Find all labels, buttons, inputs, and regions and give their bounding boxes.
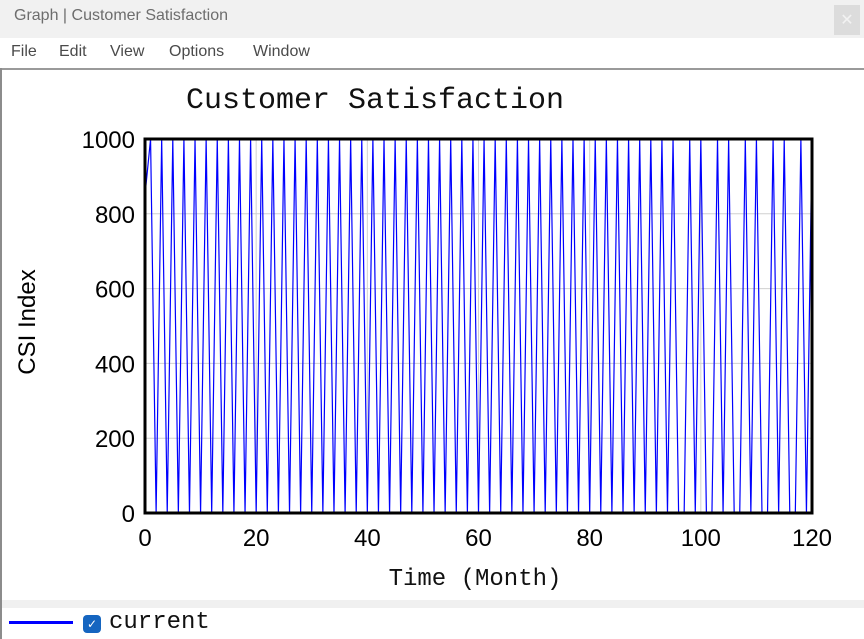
- checkmark-icon: ✓: [86, 617, 98, 631]
- legend-label: current: [109, 609, 210, 636]
- x-tick-label: 60: [465, 525, 492, 552]
- grid-lines: [144, 138, 813, 514]
- x-tick-label: 120: [792, 525, 832, 552]
- menu-options[interactable]: Options: [169, 43, 224, 61]
- title-bar: Graph | Customer Satisfaction ✕: [0, 0, 864, 38]
- y-tick-label: 1000: [82, 127, 135, 154]
- menu-window[interactable]: Window: [253, 43, 310, 61]
- separator: [2, 600, 864, 608]
- x-tick-label: 100: [681, 525, 721, 552]
- y-tick-label: 0: [122, 501, 135, 528]
- y-axis-ticks: 0 200 400 600 800 1000: [82, 127, 135, 528]
- menu-edit[interactable]: Edit: [59, 43, 87, 61]
- y-axis-label: CSI Index: [14, 269, 41, 374]
- chart-area: 0 200 400 600 800 1000 0 20 40 60 80 100 120 Custom…: [2, 70, 864, 600]
- y-tick-label: 200: [95, 426, 135, 453]
- legend: ✓ current: [2, 608, 864, 639]
- x-tick-label: 0: [138, 525, 151, 552]
- x-tick-label: 80: [576, 525, 603, 552]
- close-icon: ✕: [840, 10, 854, 29]
- legend-line-swatch: [9, 621, 73, 624]
- window-title: Graph | Customer Satisfaction: [14, 7, 229, 24]
- x-axis-label: Time (Month): [389, 566, 562, 593]
- line-chart: 0 200 400 600 800 1000 0 20 40 60 80 100 120 Custom…: [14, 84, 832, 593]
- x-axis-ticks: 0 20 40 60 80 100 120: [138, 525, 832, 552]
- close-button[interactable]: ✕: [834, 5, 860, 35]
- menu-bar: File Edit View Options Window: [0, 38, 864, 70]
- menu-view[interactable]: View: [110, 43, 144, 61]
- y-tick-label: 800: [95, 202, 135, 229]
- y-tick-label: 600: [95, 277, 135, 304]
- x-tick-label: 40: [354, 525, 381, 552]
- y-tick-label: 400: [95, 351, 135, 378]
- x-tick-label: 20: [243, 525, 270, 552]
- legend-checkbox[interactable]: ✓: [83, 615, 101, 633]
- menu-file[interactable]: File: [11, 43, 37, 61]
- chart-title: Customer Satisfaction: [186, 84, 564, 118]
